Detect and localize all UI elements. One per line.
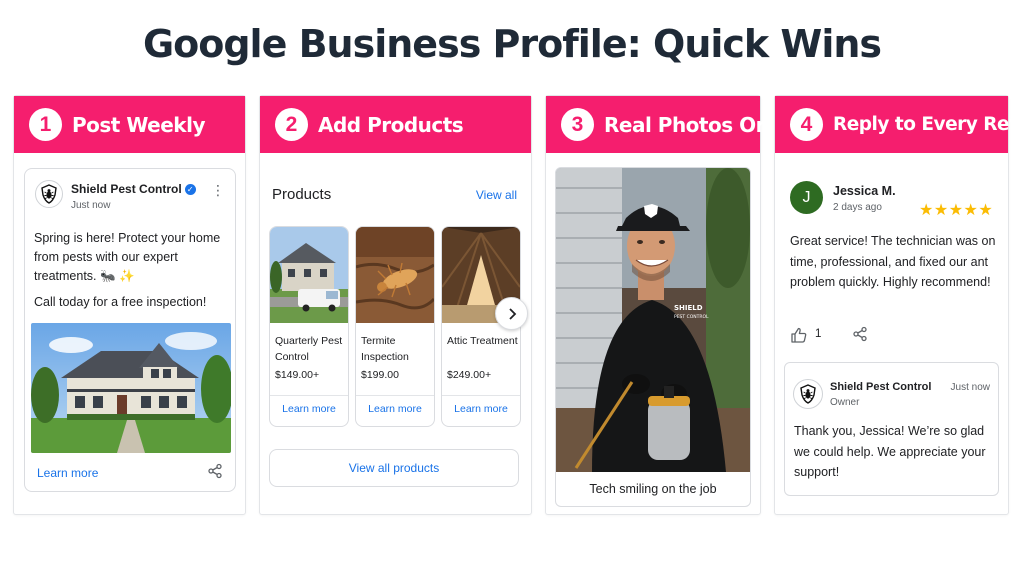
view-all-products-button[interactable]: View all products xyxy=(269,449,519,487)
reviewer-avatar: J xyxy=(790,181,823,214)
divider xyxy=(270,395,348,396)
step-number: 3 xyxy=(561,108,594,141)
step-number: 1 xyxy=(29,108,62,141)
product-learn-more-link[interactable]: Learn more xyxy=(442,403,520,415)
product-name: Attic Treatment xyxy=(447,335,518,347)
view-all-link[interactable]: View all xyxy=(476,188,517,202)
photo-card: SHIELD PEST CONTROL Tech smiling on the … xyxy=(555,167,751,507)
panel-reply-reviews: 4 Reply to Every Review J Jessica M. 2 d… xyxy=(774,95,1024,515)
panel-header: 4 Reply to Every Review xyxy=(775,96,1024,153)
business-logo xyxy=(793,379,823,409)
divider xyxy=(356,395,434,396)
carousel-next-button[interactable] xyxy=(495,297,528,330)
panel-post-weekly: 1 Post Weekly Shield Pest Control ✓ Just … xyxy=(13,95,246,515)
post-cta-text: Call today for a free inspection! xyxy=(34,295,207,309)
more-options-icon[interactable]: ⋮ xyxy=(211,183,225,197)
chevron-right-icon xyxy=(508,307,516,320)
panel-header: 2 Add Products xyxy=(260,96,531,153)
reply-text: Thank you, Jessica! We’re so glad we cou… xyxy=(794,424,986,479)
product-name: Termite Inspection xyxy=(361,335,409,363)
photo-caption: Tech smiling on the job xyxy=(589,482,717,496)
divider xyxy=(442,395,520,396)
like-count: 1 xyxy=(815,328,822,340)
reviewer-name: Jessica M. xyxy=(833,184,896,198)
learn-more-link[interactable]: Learn more xyxy=(37,466,98,480)
business-name: Shield Pest Control xyxy=(71,182,182,196)
shield-bug-icon xyxy=(41,184,57,204)
house-photo xyxy=(31,323,231,453)
panel-real-photos: 3 Real Photos Only SHIELD PEST CONTROL T… xyxy=(545,95,789,515)
product-price: $199.00 xyxy=(361,369,399,381)
verified-badge-icon: ✓ xyxy=(184,184,196,195)
google-post-card: Shield Pest Control ✓ Just now ⋮ Spring i… xyxy=(24,168,236,492)
reply-business-name: Shield Pest Control xyxy=(830,381,932,393)
products-heading: Products xyxy=(272,186,332,203)
post-time: Just now xyxy=(71,200,111,211)
svg-text:SHIELD: SHIELD xyxy=(674,304,703,312)
step-title: Reply to Every Review xyxy=(833,114,1024,135)
panel-add-products: 2 Add Products Products View all Quarter… xyxy=(259,95,532,515)
product-learn-more-link[interactable]: Learn more xyxy=(356,403,434,415)
panel-header: 3 Real Photos Only xyxy=(546,96,789,153)
business-logo xyxy=(35,180,63,208)
share-icon[interactable] xyxy=(852,326,868,347)
star-rating: ★★★★★ xyxy=(919,202,994,219)
product-price: $149.00+ xyxy=(275,369,320,381)
product-image-house-van xyxy=(270,227,348,323)
svg-text:PEST CONTROL: PEST CONTROL xyxy=(674,314,709,320)
step-number: 2 xyxy=(275,108,308,141)
post-body: Spring is here! Protect your home from p… xyxy=(34,231,221,283)
step-title: Real Photos Only xyxy=(604,112,789,137)
step-title: Post Weekly xyxy=(72,112,206,137)
page-title: Google Business Profile: Quick Wins xyxy=(142,22,882,66)
reply-role: Owner xyxy=(830,397,860,408)
product-image-termite xyxy=(356,227,434,323)
shield-bug-icon xyxy=(800,384,816,404)
thumbs-up-icon[interactable] xyxy=(790,326,808,349)
step-number: 4 xyxy=(790,108,823,141)
reply-time: Just now xyxy=(950,382,990,393)
panel-header: 1 Post Weekly xyxy=(14,96,245,153)
product-card[interactable]: Termite Inspection $199.00 Learn more xyxy=(355,226,435,427)
review-time: 2 days ago xyxy=(833,202,882,213)
technician-photo: SHIELD PEST CONTROL xyxy=(556,168,750,472)
share-icon[interactable] xyxy=(207,463,223,484)
owner-reply-card: Shield Pest Control Just now Owner Thank… xyxy=(784,362,999,496)
review-text: Great service! The technician was on tim… xyxy=(790,234,996,289)
product-card[interactable]: Quarterly Pest Control $149.00+ Learn mo… xyxy=(269,226,349,427)
product-learn-more-link[interactable]: Learn more xyxy=(270,403,348,415)
product-name: Quarterly Pest Control xyxy=(275,335,343,363)
step-title: Add Products xyxy=(318,112,464,137)
product-price: $249.00+ xyxy=(447,369,492,381)
